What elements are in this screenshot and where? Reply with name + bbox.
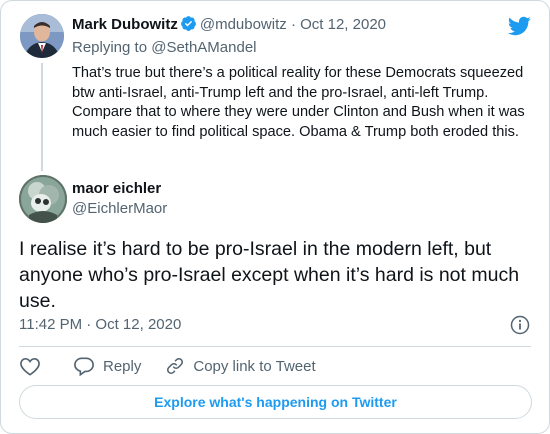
- tweet-embed-card: Mark Dubowitz @mdubowitz · Oct 12, 2020 R…: [0, 0, 550, 434]
- replying-prefix: Replying to: [72, 39, 148, 56]
- main-author-handle[interactable]: @EichlerMaor: [72, 199, 167, 219]
- verified-badge-icon: [180, 15, 197, 38]
- copy-link-label: Copy link to Tweet: [193, 357, 316, 375]
- reply-label: Reply: [103, 357, 142, 375]
- heart-icon: [19, 356, 41, 376]
- like-button[interactable]: [19, 356, 41, 376]
- divider: [19, 346, 531, 347]
- avatar-photo: [20, 14, 64, 58]
- parent-tweet-date[interactable]: Oct 12, 2020: [300, 16, 386, 33]
- replying-to-handle[interactable]: @SethAMandel: [151, 39, 256, 56]
- link-icon: [165, 356, 185, 376]
- avatar-photo: [19, 175, 67, 223]
- twitter-bird-icon[interactable]: [507, 16, 531, 41]
- main-author-name[interactable]: maor eichler: [72, 179, 161, 199]
- main-tweet-text: I realise it’s hard to be pro-Israel in …: [19, 238, 520, 312]
- thread-connector-line: [41, 63, 43, 171]
- parent-author-handle[interactable]: @mdubowitz: [200, 16, 287, 33]
- parent-author-name[interactable]: Mark Dubowitz: [72, 16, 178, 33]
- replying-to-line: Replying to @SethAMandel: [72, 38, 257, 58]
- parent-tweet-text: That’s true but there’s a political real…: [72, 65, 525, 141]
- reply-bubble-icon: [73, 356, 95, 376]
- tweet-timestamp[interactable]: 11:42 PM · Oct 12, 2020: [19, 315, 181, 335]
- parent-tweet-header: Mark Dubowitz @mdubowitz · Oct 12, 2020: [72, 15, 386, 38]
- explore-twitter-button[interactable]: Explore what's happening on Twitter: [19, 385, 532, 419]
- copy-link-button[interactable]: Copy link to Tweet: [165, 356, 316, 376]
- tweet-actions-bar: Reply Copy link to Tweet: [19, 355, 316, 377]
- info-icon[interactable]: [510, 315, 530, 340]
- reply-button[interactable]: Reply: [73, 356, 141, 376]
- main-author-avatar[interactable]: [19, 175, 67, 223]
- parent-author-avatar[interactable]: [20, 14, 64, 58]
